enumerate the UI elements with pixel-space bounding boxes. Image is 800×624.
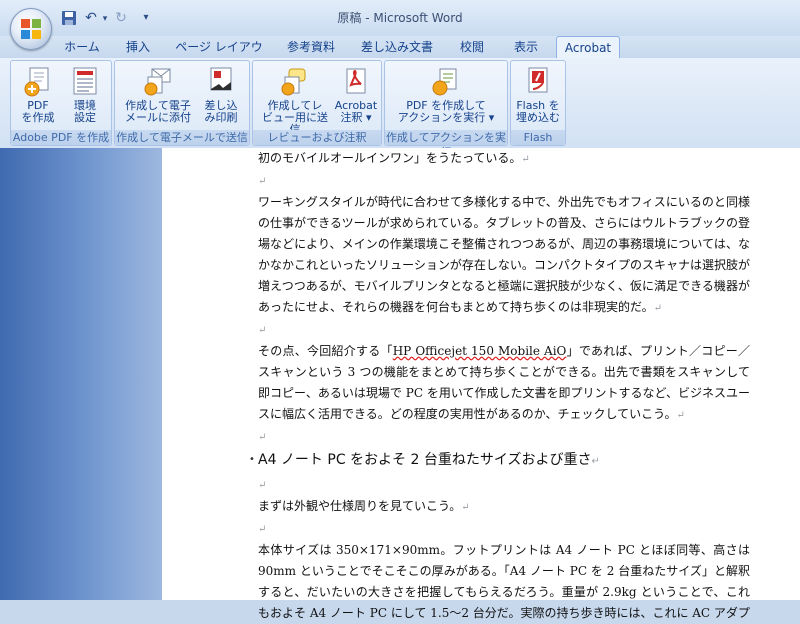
preferences-button[interactable]: 環境 設定 [63,65,107,124]
preferences-label-2: 設定 [74,111,96,124]
tab-acrobat[interactable]: Acrobat [556,36,620,59]
paragraph-text: ワーキングスタイルが時代に合わせて多様化する中で、外出先でもオフィスにいるのと同… [258,195,750,314]
group-review: 作成してレ ビュー用に送信 Acrobat 注釈 ▾ レビューおよび注釈 [252,60,382,146]
office-logo-icon [21,19,41,39]
paragraph: 本体サイズは 350×171×90mm。フットプリントは A4 ノート PC と… [258,540,750,624]
document-body[interactable]: 初のモバイルオールインワン」をうたっている。↵ ↵ ワーキングスタイルが時代に合… [249,148,750,624]
tab-mailings[interactable]: 差し込み文書 [354,36,440,58]
tab-view[interactable]: 表示 [504,36,548,58]
spelling-error-product-name: HP Officejet 150 Mobile AiO [392,344,567,358]
email-attach-icon [144,68,171,96]
group-email-label: 作成して電子メールで送信 [115,130,249,145]
group-action: PDF を作成して アクションを実行 ▾ 作成してアクションを実行 [384,60,508,159]
paragraph-text: 初のモバイルオールインワン」をうたっている。 [258,151,522,165]
tab-references[interactable]: 参考資料 [278,36,344,58]
paragraph-mark: ↵ [591,456,600,467]
create-and-attach-label-2: メールに添付 [125,111,191,124]
run-action-label-2: アクションを実行 ▾ [397,111,495,124]
empty-paragraph: ↵ [258,518,750,540]
section-heading: A4 ノート PC をおよそ 2 台重ねたサイズおよび重さ↵ [249,448,750,474]
tab-review[interactable]: 校閲 [450,36,494,58]
tab-home[interactable]: ホーム [58,36,106,58]
preferences-icon [73,67,97,95]
create-pdf-button[interactable]: PDF を作成 [15,65,61,124]
send-for-review-button[interactable]: 作成してレ ビュー用に送信 [257,65,333,136]
group-action-label: 作成してアクションを実行 [385,130,507,159]
paragraph-mark: ↵ [258,325,267,336]
tab-insert[interactable]: 挿入 [118,36,158,58]
title-bar: ↶ ▾ ↻ ▾ 原稿 - Microsoft Word [0,0,800,36]
mail-merge-label-2: み印刷 [204,111,238,124]
send-review-icon [281,68,306,96]
empty-paragraph: ↵ [258,474,750,496]
window-title: 原稿 - Microsoft Word [337,11,463,25]
empty-paragraph: ↵ [258,426,750,448]
tab-page-layout[interactable]: ページ レイアウト [170,36,268,76]
mail-merge-icon [210,67,232,91]
paragraph: その点、今回紹介する「HP Officejet 150 Mobile AiO」で… [258,341,750,426]
acrobat-comments-label-2: 注釈 ▾ [340,111,372,124]
create-pdf-icon [24,67,49,97]
empty-paragraph: ↵ [258,319,750,341]
embed-flash-label-2: 埋め込む [516,111,560,124]
document-gutter [0,148,162,600]
paragraph-mark: ↵ [653,303,663,314]
paragraph-text: まずは外観や仕様周りを見ていこう。 [258,499,462,513]
paragraph-mark: ↵ [258,524,267,535]
paragraph-mark: ↵ [676,410,685,421]
paragraph: ワーキングスタイルが時代に合わせて多様化する中で、外出先でもオフィスにいるのと同… [258,192,750,319]
run-action-icon [432,68,457,96]
group-flash: Flash を 埋め込む Flash [510,60,566,146]
empty-paragraph: ↵ [258,170,750,192]
paragraph-mark: ↵ [461,502,470,513]
paragraph-text: 本体サイズは 350×171×90mm。フットプリントは A4 ノート PC と… [258,543,750,620]
document-page[interactable]: 初のモバイルオールインワン」をうたっている。↵ ↵ ワーキングスタイルが時代に合… [162,148,800,620]
paragraph-mark: ↵ [521,154,530,165]
paragraph-mark: ↵ [258,432,267,443]
group-create-pdf: PDF を作成 環境 設定 Adobe PDF を作成 [10,60,112,146]
create-pdf-label-2: を作成 [21,111,55,124]
mail-merge-button[interactable]: 差し込 み印刷 [197,65,245,124]
group-email: 作成して電子 メールに添付 差し込 み印刷 作成して電子メールで送信 [114,60,250,146]
create-and-attach-button[interactable]: 作成して電子 メールに添付 [121,65,195,124]
paragraph: まずは外観や仕様周りを見ていこう。↵ [258,496,750,518]
acrobat-comments-icon [346,68,366,94]
create-and-run-action-button[interactable]: PDF を作成して アクションを実行 ▾ [389,65,503,124]
group-flash-label: Flash [511,130,565,145]
paragraph-text-pre: その点、今回紹介する「 [258,344,393,358]
ribbon: PDF を作成 環境 設定 Adobe PDF を作成 作成して電子 メールに添… [0,58,800,159]
paragraph: 初のモバイルオールインワン」をうたっている。↵ [258,148,750,170]
paragraph-mark: ↵ [258,176,267,187]
paragraph-mark: ↵ [258,480,267,491]
ribbon-tabs: ホーム 挿入 ページ レイアウト 参考資料 差し込み文書 校閲 表示 Acrob… [0,36,800,76]
acrobat-comments-button[interactable]: Acrobat 注釈 ▾ [333,65,379,124]
flash-icon [528,67,548,93]
group-review-label: レビューおよび注釈 [253,130,381,145]
section-heading-text: A4 ノート PC をおよそ 2 台重ねたサイズおよび重さ [258,452,592,468]
embed-flash-button[interactable]: Flash を 埋め込む [513,65,563,124]
office-button[interactable] [10,8,52,50]
group-create-pdf-label: Adobe PDF を作成 [11,130,111,145]
